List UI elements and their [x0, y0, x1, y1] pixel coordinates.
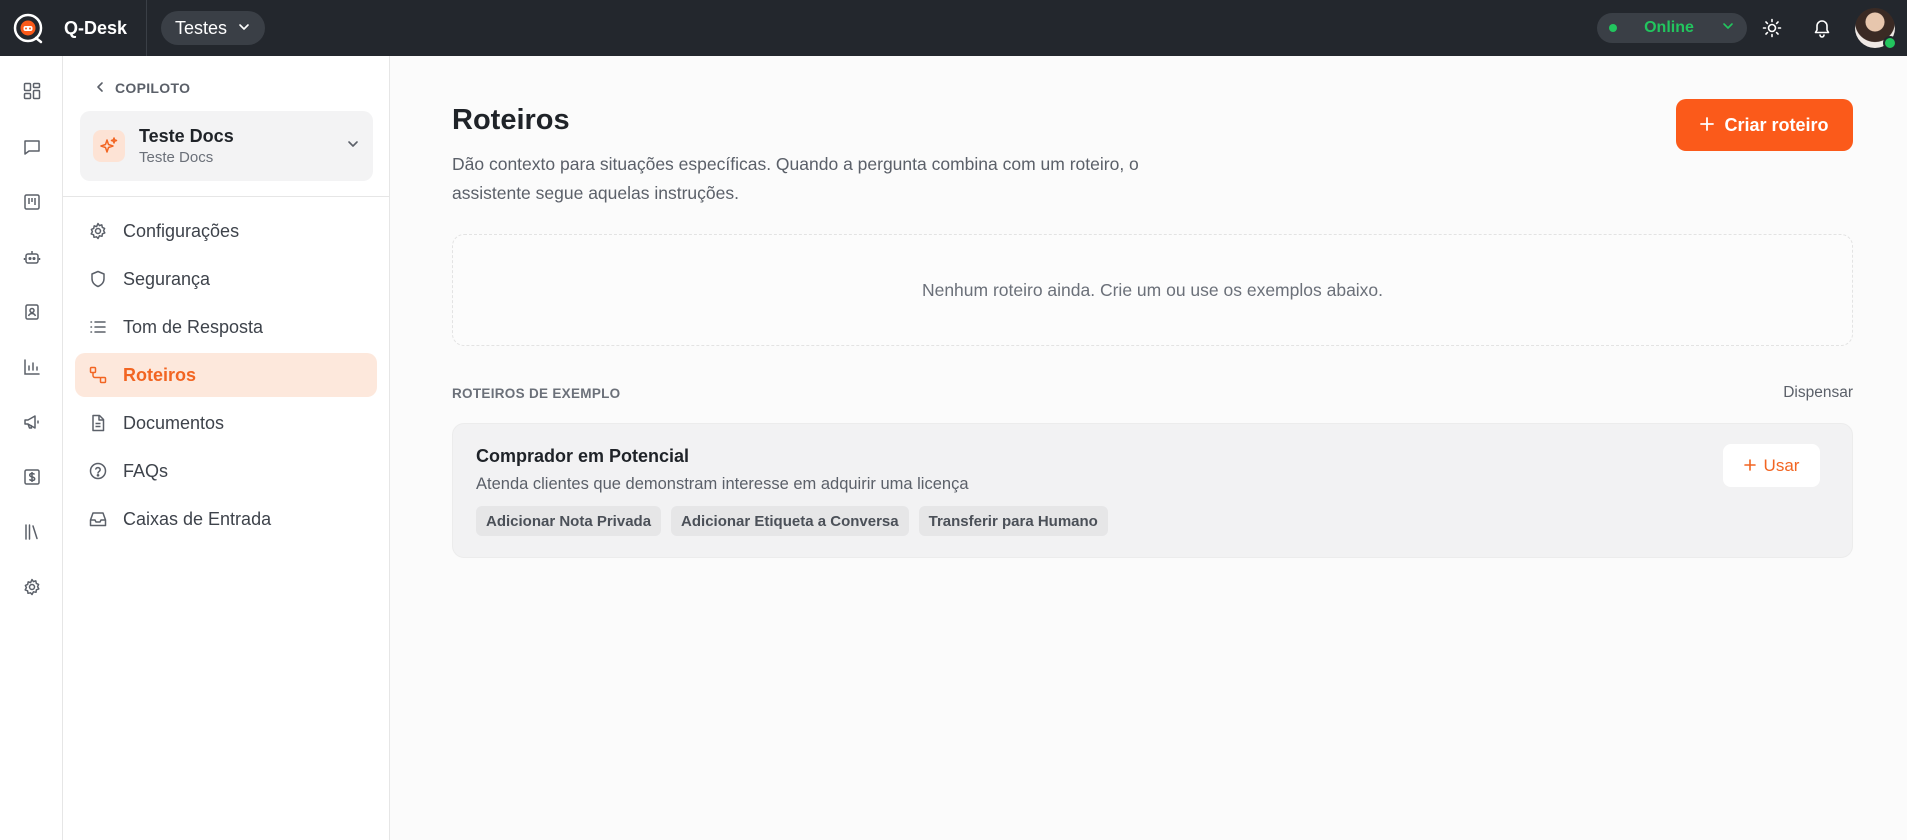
sparkles-icon — [93, 130, 125, 162]
sidebar-item-label: Segurança — [123, 268, 211, 289]
icon-rail — [0, 56, 63, 840]
dismiss-examples-button[interactable]: Dispensar — [1766, 384, 1853, 402]
question-icon — [87, 460, 109, 482]
route-icon — [87, 364, 109, 386]
sidebar-item-configuracoes[interactable]: Configurações — [75, 209, 377, 253]
example-script-card: Comprador em Potencial Atenda clientes q… — [452, 423, 1853, 558]
sidebar-item-label: Roteiros — [123, 364, 197, 385]
examples-section-label: ROTEIROS DE EXEMPLO — [452, 386, 621, 401]
sidebar-item-tom-de-resposta[interactable]: Tom de Resposta — [75, 305, 377, 349]
plus-icon — [1743, 456, 1756, 476]
copilot-sidebar: COPILOTO Teste Docs Teste Docs Configura… — [63, 56, 390, 840]
workspace-switcher[interactable]: Testes — [161, 11, 266, 45]
example-title: Comprador em Potencial — [476, 446, 690, 466]
use-example-label: Usar — [1763, 455, 1800, 475]
empty-state: Nenhum roteiro ainda. Crie um ou use os … — [452, 234, 1853, 346]
contacts-icon[interactable] — [0, 294, 63, 330]
conversations-icon[interactable] — [0, 129, 63, 165]
use-example-button[interactable]: Usar — [1723, 444, 1820, 487]
q-desk-logo-icon[interactable] — [12, 12, 44, 44]
sidebar-item-roteiros[interactable]: Roteiros — [75, 353, 377, 397]
chevron-down-icon — [346, 137, 360, 156]
brand: Q-Desk — [0, 0, 147, 56]
bell-icon[interactable] — [1797, 0, 1847, 56]
settings-icon[interactable] — [0, 569, 63, 605]
example-description: Atenda clientes que demonstram interesse… — [476, 475, 969, 493]
plus-icon — [1700, 115, 1715, 136]
online-badge — [1883, 36, 1897, 50]
campaigns-icon[interactable] — [0, 404, 63, 440]
main-content: Roteiros Dão contexto para situações esp… — [390, 56, 1907, 840]
document-icon — [87, 412, 109, 434]
action-tag: Transferir para Humano — [918, 506, 1108, 536]
shield-icon — [87, 268, 109, 290]
sidebar-item-label: Tom de Resposta — [123, 316, 264, 337]
back-to-copilot-link[interactable]: COPILOTO — [95, 80, 190, 96]
reports-icon[interactable] — [0, 349, 63, 385]
action-tag: Adicionar Etiqueta a Conversa — [671, 506, 909, 536]
action-tag: Adicionar Nota Privada — [476, 506, 662, 536]
sidebar-item-label: Configurações — [123, 220, 240, 241]
assistant-subtitle: Teste Docs — [139, 149, 214, 166]
empty-state-text: Nenhum roteiro ainda. Crie um ou use os … — [921, 279, 1384, 300]
back-label: COPILOTO — [115, 80, 191, 96]
bot-icon[interactable] — [0, 239, 63, 275]
chevron-down-icon — [237, 18, 251, 39]
sidebar-item-caixas-de-entrada[interactable]: Caixas de Entrada — [75, 497, 377, 541]
avatar[interactable] — [1855, 8, 1897, 50]
status-label: Online — [1644, 19, 1694, 36]
sidebar-item-label: FAQs — [123, 460, 169, 481]
assistant-selector[interactable]: Teste Docs Teste Docs — [80, 111, 373, 181]
gear-icon — [87, 220, 109, 242]
sidebar-item-documentos[interactable]: Documentos — [75, 401, 377, 445]
page-title: Roteiros — [452, 104, 570, 136]
availability-status[interactable]: Online — [1597, 13, 1747, 43]
sidebar-divider — [63, 196, 390, 197]
page-description: Dão contexto para situações específicas.… — [452, 154, 1139, 203]
dashboard-icon[interactable] — [0, 73, 63, 109]
sidebar-item-label: Documentos — [123, 412, 225, 433]
online-dot-icon — [1609, 24, 1617, 32]
create-script-label: Criar roteiro — [1724, 114, 1829, 135]
billing-icon[interactable] — [0, 459, 63, 495]
chevron-down-icon — [1721, 19, 1735, 38]
chevron-left-icon — [95, 80, 105, 96]
sidebar-item-faqs[interactable]: FAQs — [75, 449, 377, 493]
copilot-menu: Configurações Segurança Tom de Resposta … — [75, 209, 377, 545]
workspace-name: Testes — [175, 17, 228, 38]
create-script-button[interactable]: Criar roteiro — [1676, 99, 1853, 151]
sidebar-item-seguranca[interactable]: Segurança — [75, 257, 377, 301]
app-name: Q-Desk — [64, 17, 128, 38]
list-icon — [87, 316, 109, 338]
assistant-name: Teste Docs — [139, 126, 234, 146]
top-bar: Q-Desk Testes Online — [0, 0, 1907, 56]
kanban-icon[interactable] — [0, 184, 63, 220]
theme-toggle-icon[interactable] — [1747, 0, 1797, 56]
example-tags: Adicionar Nota Privada Adicionar Etiquet… — [476, 506, 1108, 536]
library-icon[interactable] — [0, 514, 63, 550]
sidebar-item-label: Caixas de Entrada — [123, 508, 272, 529]
inbox-icon — [87, 508, 109, 530]
